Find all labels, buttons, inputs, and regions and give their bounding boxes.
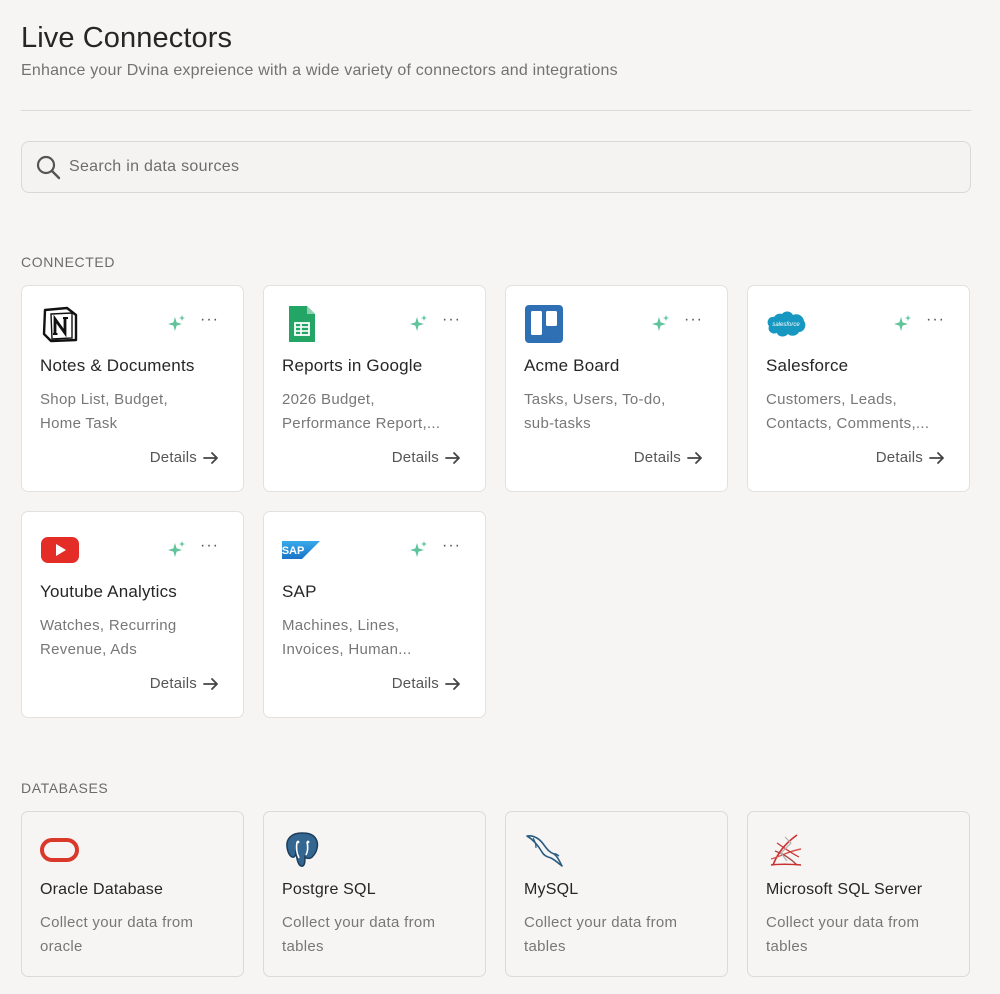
database-name: Oracle Database — [40, 881, 164, 898]
database-card-mysql[interactable]: MySQL Collect your data from tables — [505, 811, 728, 977]
arrow-right-icon — [445, 451, 460, 464]
google-sheets-icon — [282, 304, 322, 344]
details-link[interactable]: Details — [876, 449, 945, 466]
details-link[interactable]: Details — [634, 449, 703, 466]
database-description: Collect your data from oracle — [40, 914, 194, 955]
database-card-postgresql[interactable]: Postgre SQL Collect your data from table… — [263, 811, 486, 977]
connector-description: 2026 Budget, Performance Report,... — [282, 391, 441, 432]
more-options-icon[interactable]: ··· — [200, 310, 219, 330]
ai-sparkle-icon[interactable] — [409, 540, 429, 560]
connector-card-salesforce[interactable]: salesforce ··· Salesforce Customers, Lea… — [747, 285, 970, 492]
more-options-icon[interactable]: ··· — [200, 536, 219, 556]
connector-card-acme-board[interactable]: ··· Acme Board Tasks, Users, To-do, sub-… — [505, 285, 728, 492]
connector-card-sap[interactable]: SAP ··· SAP Machines, Lines, Invoices, H… — [263, 511, 486, 718]
search-bar[interactable] — [21, 141, 971, 193]
ai-sparkle-icon[interactable] — [409, 314, 429, 334]
database-card-oracle[interactable]: Oracle Database Collect your data from o… — [21, 811, 244, 977]
details-link[interactable]: Details — [150, 675, 219, 692]
connector-name: Reports in Google — [282, 356, 423, 375]
ai-sparkle-icon[interactable] — [651, 314, 671, 334]
database-name: Microsoft SQL Server — [766, 881, 923, 898]
postgresql-icon — [282, 830, 322, 870]
more-options-icon[interactable]: ··· — [684, 310, 703, 330]
youtube-icon — [40, 530, 80, 570]
database-description: Collect your data from tables — [282, 914, 436, 955]
database-name: MySQL — [524, 881, 579, 898]
details-link[interactable]: Details — [392, 449, 461, 466]
connector-description: Machines, Lines, Invoices, Human... — [282, 617, 412, 658]
database-description: Collect your data from tables — [766, 914, 920, 955]
arrow-right-icon — [445, 677, 460, 690]
connector-name: Youtube Analytics — [40, 582, 177, 601]
connector-description: Watches, Recurring Revenue, Ads — [40, 617, 177, 658]
notion-icon — [40, 304, 80, 344]
connector-name: Acme Board — [524, 356, 620, 375]
more-options-icon[interactable]: ··· — [926, 310, 945, 330]
connector-description: Tasks, Users, To-do, sub-tasks — [524, 391, 666, 432]
trello-icon — [524, 304, 564, 344]
details-link[interactable]: Details — [392, 675, 461, 692]
connector-description: Customers, Leads, Contacts, Comments,... — [766, 391, 930, 432]
page-title: Live Connectors — [21, 22, 233, 54]
page-subtitle: Enhance your Dvina expreience with a wid… — [21, 62, 618, 79]
salesforce-logo-text: salesforce — [772, 322, 800, 328]
database-name: Postgre SQL — [282, 881, 376, 898]
header-divider — [21, 110, 971, 111]
more-options-icon[interactable]: ··· — [442, 310, 461, 330]
section-label-connected: CONNECTED — [21, 254, 116, 270]
arrow-right-icon — [687, 451, 702, 464]
connector-card-reports-google[interactable]: ··· Reports in Google 2026 Budget, Perfo… — [263, 285, 486, 492]
sap-logo-text: SAP — [282, 545, 304, 557]
sql-server-icon — [766, 830, 806, 870]
sap-icon: SAP — [282, 530, 322, 570]
ai-sparkle-icon[interactable] — [893, 314, 913, 334]
connector-card-notes-documents[interactable]: ··· Notes & Documents Shop List, Budget,… — [21, 285, 244, 492]
arrow-right-icon — [203, 677, 218, 690]
section-label-databases: DATABASES — [21, 780, 109, 796]
connector-card-youtube-analytics[interactable]: ··· Youtube Analytics Watches, Recurring… — [21, 511, 244, 718]
mysql-icon — [524, 830, 564, 870]
arrow-right-icon — [929, 451, 944, 464]
connector-name: Notes & Documents — [40, 356, 195, 375]
ai-sparkle-icon[interactable] — [167, 314, 187, 334]
search-input[interactable] — [69, 158, 869, 176]
database-card-sql-server[interactable]: Microsoft SQL Server Collect your data f… — [747, 811, 970, 977]
connector-name: SAP — [282, 582, 317, 601]
details-link[interactable]: Details — [150, 449, 219, 466]
connector-name: Salesforce — [766, 356, 849, 375]
ai-sparkle-icon[interactable] — [167, 540, 187, 560]
search-icon — [35, 154, 61, 180]
oracle-icon — [40, 830, 80, 870]
connector-description: Shop List, Budget, Home Task — [40, 391, 168, 432]
arrow-right-icon — [203, 451, 218, 464]
salesforce-icon: salesforce — [766, 304, 806, 344]
more-options-icon[interactable]: ··· — [442, 536, 461, 556]
database-description: Collect your data from tables — [524, 914, 678, 955]
